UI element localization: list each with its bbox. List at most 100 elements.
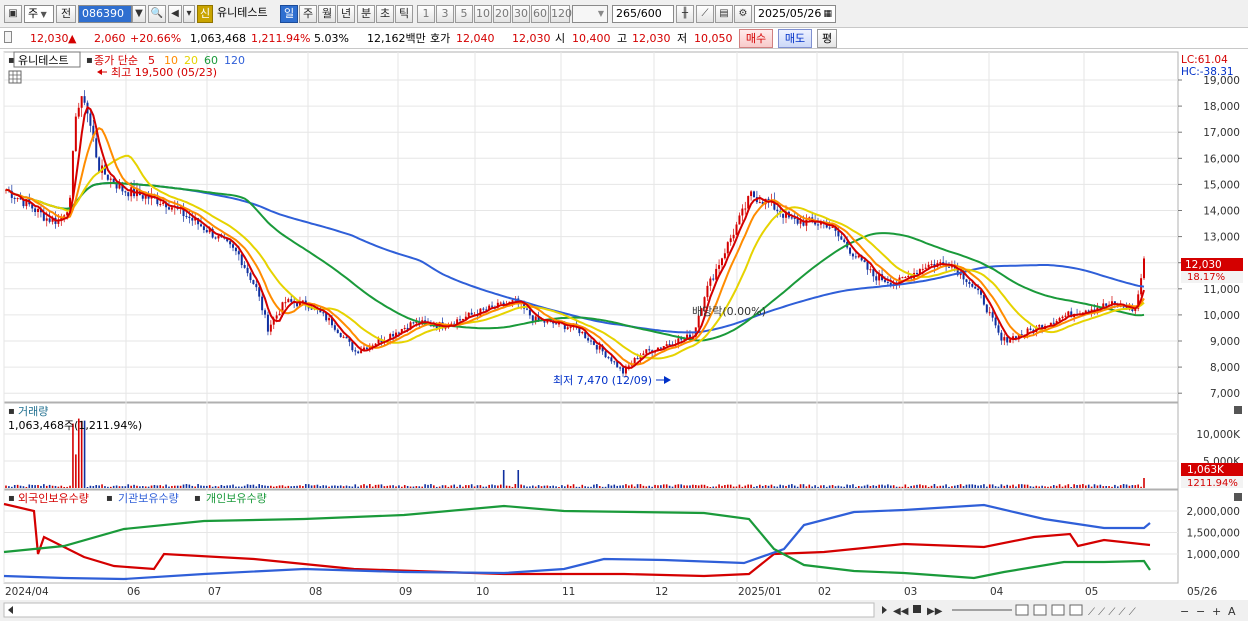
save-icon[interactable]: ▤	[715, 5, 733, 23]
period-tab-day[interactable]: 일	[280, 5, 298, 23]
x-tick-label: 06	[127, 586, 141, 598]
volume-last-tag: 1,063K	[1187, 464, 1225, 476]
interval-button-10[interactable]: 10	[474, 5, 492, 23]
interval-button-60[interactable]: 60	[531, 5, 549, 23]
volume-bar	[48, 484, 51, 488]
volume-bar	[395, 486, 397, 488]
holding-close-icon[interactable]	[1234, 493, 1242, 501]
candle-body	[525, 308, 528, 310]
sell-button[interactable]: 매도	[778, 29, 812, 48]
ma-marker: ▪	[86, 55, 93, 66]
zoom-minus-icon[interactable]: −	[1180, 605, 1189, 618]
candle-body	[278, 313, 281, 316]
candle-body	[170, 207, 173, 210]
volume-bar	[176, 485, 179, 488]
price-change-pct: +20.66%	[130, 32, 182, 45]
volume-bar	[1125, 484, 1128, 488]
type-select[interactable]: 주 ▼	[24, 5, 54, 23]
volume-bar	[459, 484, 461, 488]
speaker-icon[interactable]: ◀	[168, 5, 182, 23]
table-icon[interactable]	[8, 70, 22, 84]
volume-bar	[470, 484, 473, 488]
buy-button[interactable]: 매수	[739, 29, 773, 48]
draw-tool-icons[interactable]: ⟋ ⟋ ⟋ ⟋ ⟋	[1088, 607, 1136, 618]
layout-icon-3[interactable]	[1051, 604, 1065, 616]
candle-body	[1038, 325, 1041, 327]
line-tool-icon[interactable]: ⟋	[696, 5, 714, 23]
candle-body	[947, 266, 950, 268]
interval-button-30[interactable]: 30	[512, 5, 530, 23]
period-tab-month[interactable]: 월	[318, 5, 336, 23]
evaluate-button[interactable]: 평	[817, 29, 837, 48]
period-tab-minute[interactable]: 분	[357, 5, 375, 23]
scroll-last-icon[interactable]: ▶▶	[927, 606, 943, 617]
period-tab-tick[interactable]: 틱	[395, 5, 413, 23]
low-label: 저	[677, 32, 688, 45]
code-dropdown-icon[interactable]: ▼	[132, 5, 146, 23]
candle-body	[854, 256, 857, 258]
auto-scale-icon[interactable]: A	[1228, 605, 1236, 618]
layout-icon-1[interactable]	[1015, 604, 1029, 616]
interval-button-1[interactable]: 1	[417, 5, 435, 23]
interval-custom-select[interactable]: ▼	[572, 5, 608, 23]
stock-code-input[interactable]: 086390	[78, 5, 132, 23]
volume-bar	[898, 486, 901, 488]
volume-ratio: 1,211.94%	[251, 32, 311, 45]
volume-bar	[686, 485, 688, 488]
candle-body	[1143, 258, 1145, 279]
candle-body	[345, 336, 348, 339]
period-tab-week[interactable]: 주	[299, 5, 317, 23]
stock-chart[interactable]: 19,00018,00017,00016,00015,00014,00013,0…	[0, 49, 1248, 621]
candle-body	[115, 183, 118, 189]
volume-bar	[366, 485, 368, 488]
layout-icon-4[interactable]	[1069, 604, 1083, 616]
volume-bar	[115, 485, 118, 488]
scroll-first-icon[interactable]: ◀◀	[893, 606, 909, 617]
x-tick-label: 04	[990, 586, 1004, 598]
zoom-out-icon[interactable]: −	[1196, 605, 1205, 618]
x-tick-label: 05/26	[1187, 586, 1218, 598]
search-icon[interactable]: 🔍	[148, 5, 166, 23]
quote-checkbox[interactable]	[4, 31, 12, 43]
candle-body	[729, 238, 732, 243]
volume-bar	[412, 486, 415, 488]
scrollbar-track[interactable]	[3, 602, 875, 618]
candle-body	[901, 277, 904, 279]
interval-button-5[interactable]: 5	[455, 5, 473, 23]
volume-bar	[828, 485, 831, 488]
volume-bar	[543, 485, 546, 488]
candle-body	[866, 262, 869, 270]
date-field[interactable]: 2025/05/26 ▦	[754, 5, 836, 23]
period-tab-second[interactable]: 초	[376, 5, 394, 23]
volume-bar	[945, 484, 947, 488]
volume-bar	[1052, 485, 1055, 488]
volume-pct-tag: 1211.94%	[1187, 478, 1238, 489]
volume-bar	[136, 485, 138, 488]
stock-name-label: 유니테스트	[217, 6, 268, 19]
prev-button[interactable]: 전	[56, 5, 76, 23]
volume-bar	[499, 484, 502, 488]
volume-bar	[1134, 485, 1137, 488]
volume-bar	[360, 485, 362, 488]
volume-bar	[211, 486, 214, 488]
candle-type-icon[interactable]: ╫	[676, 5, 694, 23]
volume-bar	[427, 484, 429, 488]
layout-icon-2[interactable]	[1033, 604, 1047, 616]
count-field[interactable]: 265/600	[612, 5, 674, 23]
window-icon[interactable]: ▣	[4, 5, 22, 23]
candle-body	[269, 324, 272, 332]
interval-button-120[interactable]: 120	[550, 5, 572, 23]
interval-button-3[interactable]: 3	[436, 5, 454, 23]
stop-icon[interactable]	[913, 605, 921, 613]
gear-icon[interactable]: ⚙	[734, 5, 752, 23]
volume-close-icon[interactable]	[1234, 406, 1242, 414]
interval-button-20[interactable]: 20	[493, 5, 511, 23]
new-listing-badge: 신	[197, 5, 213, 23]
volume-bar	[636, 484, 639, 488]
period-tab-year[interactable]: 년	[337, 5, 355, 23]
candle-body	[1058, 318, 1061, 321]
volume-bar	[654, 484, 656, 488]
zoom-in-icon[interactable]: +	[1212, 605, 1221, 618]
speaker-dropdown-icon[interactable]: ▾	[183, 5, 195, 23]
volume-bar	[51, 485, 54, 488]
